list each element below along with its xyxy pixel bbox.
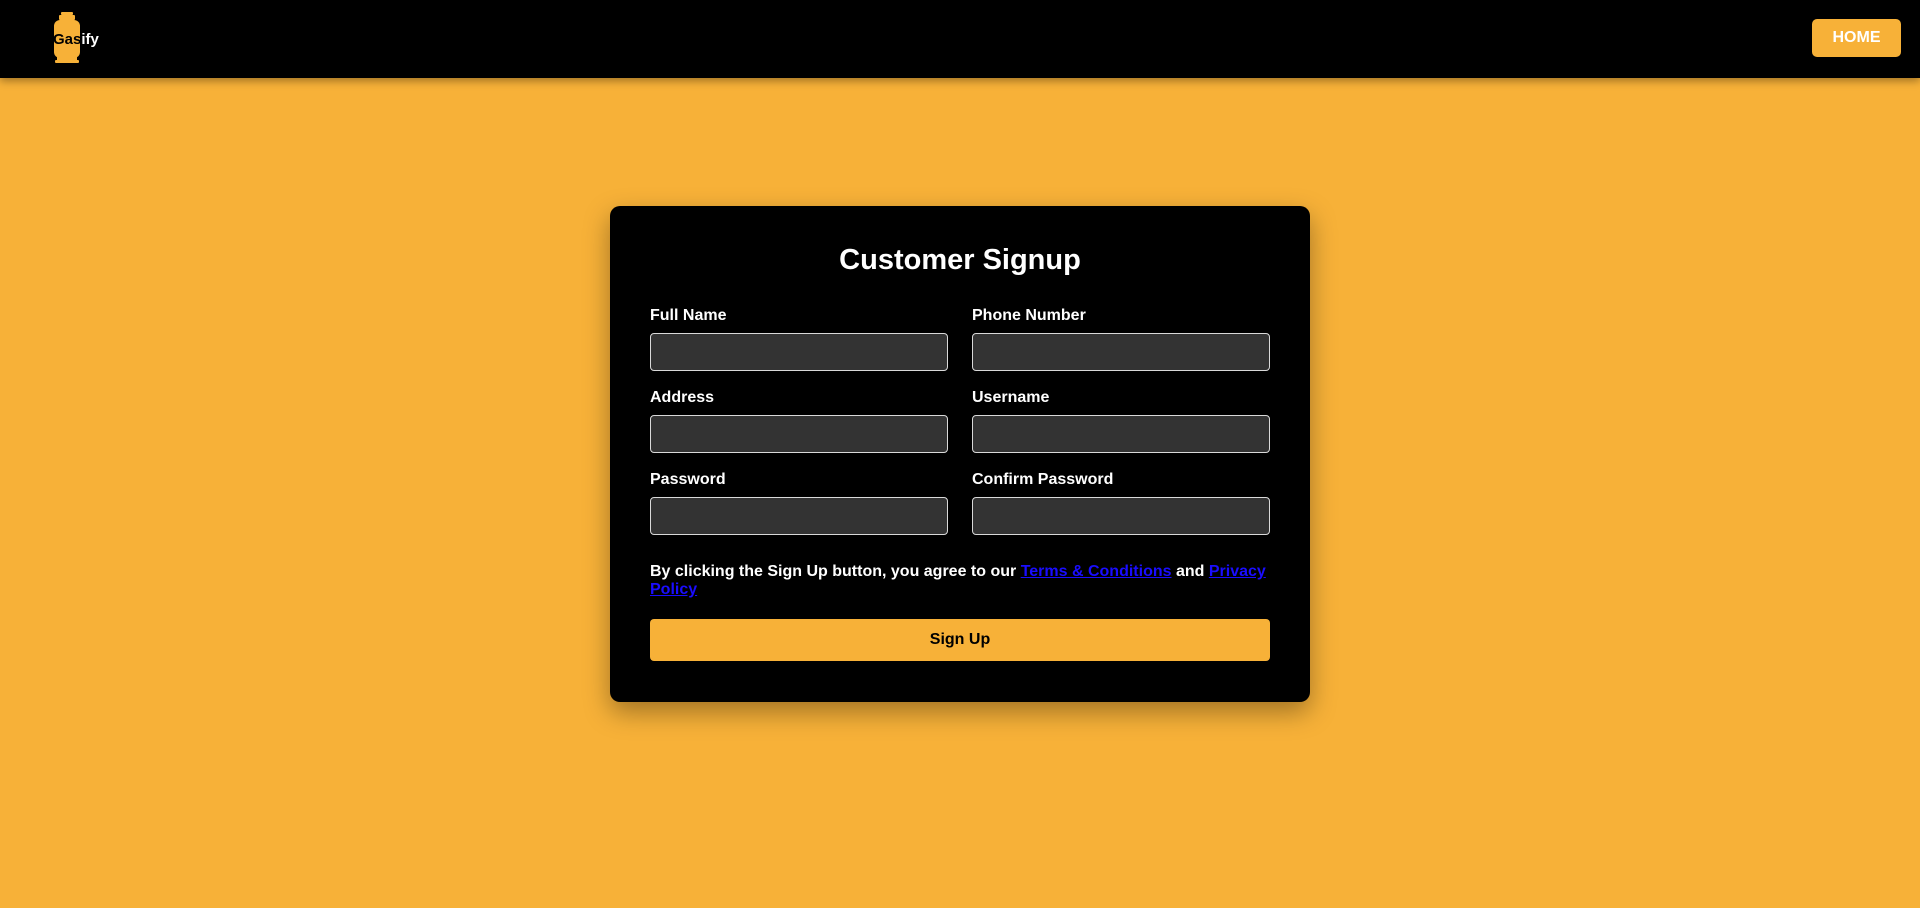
- address-field: Address: [650, 389, 948, 453]
- address-label: Address: [650, 389, 715, 406]
- confirm-password-field: Confirm Password: [972, 471, 1270, 535]
- address-input[interactable]: [650, 415, 948, 453]
- logo-text-gas: Gas: [53, 31, 82, 48]
- password-input[interactable]: [650, 497, 948, 535]
- confirm-password-label: Confirm Password: [972, 471, 1114, 488]
- full-name-field: Full Name: [650, 307, 948, 371]
- signup-button[interactable]: Sign Up: [650, 619, 1270, 661]
- full-name-label: Full Name: [650, 307, 727, 324]
- top-navbar: Gasify HOME: [0, 0, 1920, 78]
- agreement-prefix: By clicking the Sign Up button, you agre…: [650, 563, 1021, 580]
- phone-number-field: Phone Number: [972, 307, 1270, 371]
- password-label: Password: [650, 471, 726, 488]
- agreement-conjunction: and: [1171, 563, 1209, 580]
- terms-conditions-link[interactable]: Terms & Conditions: [1021, 563, 1172, 580]
- agreement-text: By clicking the Sign Up button, you agre…: [650, 563, 1270, 599]
- username-label: Username: [972, 389, 1050, 406]
- signup-card: Customer Signup Full Name Phone Number A…: [610, 206, 1310, 702]
- page-title: Customer Signup: [839, 244, 1081, 276]
- gasify-logo[interactable]: Gasify: [52, 12, 112, 64]
- logo-text-ify: ify: [81, 31, 99, 48]
- phone-number-input[interactable]: [972, 333, 1270, 371]
- username-input[interactable]: [972, 415, 1270, 453]
- username-field: Username: [972, 389, 1270, 453]
- full-name-input[interactable]: [650, 333, 948, 371]
- confirm-password-input[interactable]: [972, 497, 1270, 535]
- phone-number-label: Phone Number: [972, 307, 1086, 324]
- home-button[interactable]: HOME: [1812, 19, 1901, 57]
- logo-text: Gasify: [53, 31, 99, 48]
- password-field: Password: [650, 471, 948, 535]
